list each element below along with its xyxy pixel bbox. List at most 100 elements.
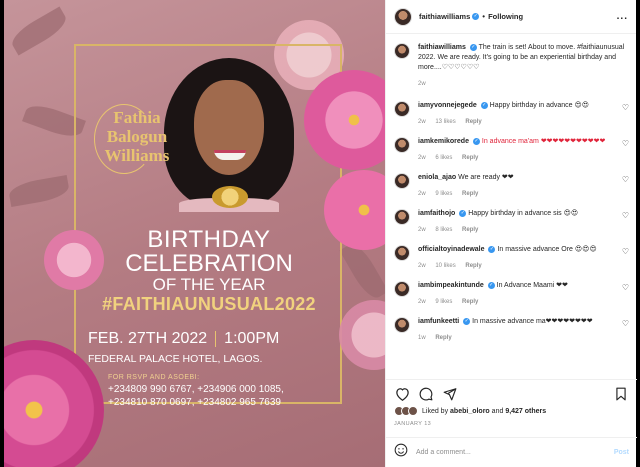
comment-body: iamfunkeetti ✓ In massive advance ma❤❤❤❤… <box>418 317 617 343</box>
avatar[interactable] <box>394 7 412 26</box>
comment-body: iamfaithojo ✓ Happy birthday in advance … <box>418 209 617 235</box>
comment-like-heart-icon[interactable]: ♡ <box>622 283 629 292</box>
post-comment-button[interactable]: Post <box>614 449 629 456</box>
comment-time: 2w <box>418 119 426 125</box>
likes-prefix: Liked by <box>422 407 449 415</box>
caption-time: 2w <box>418 81 426 87</box>
comment-time: 2w <box>418 299 426 305</box>
reply-button[interactable]: Reply <box>465 119 481 125</box>
likes-user[interactable]: abebi_oloro <box>450 408 490 415</box>
reply-button[interactable]: Reply <box>465 263 481 269</box>
caption-username[interactable]: faithiawilliams <box>418 44 466 51</box>
comment-text: In advance ma'am ❤❤❤❤❤❤❤❤❤❤❤ <box>481 138 606 145</box>
avatar[interactable] <box>394 101 410 117</box>
heart-icon[interactable] <box>394 386 410 402</box>
comment-username[interactable]: officialtoyinadewale <box>418 246 485 253</box>
separator-dot: • <box>482 12 486 21</box>
comment-like-heart-icon[interactable]: ♡ <box>622 319 629 328</box>
comment-meta: 2w 9 likes Reply <box>418 189 617 199</box>
avatar[interactable] <box>394 317 410 333</box>
divider <box>215 330 217 347</box>
comment-text: In massive advance Ore 😍😍😍 <box>497 246 597 253</box>
flyer-hashtag: #FAITHIAUNUSUAL2022 <box>102 294 316 314</box>
comment-like-heart-icon[interactable]: ♡ <box>622 175 629 184</box>
likes-summary[interactable]: Liked by abebi_oloro and 9,427 others <box>394 406 546 416</box>
reply-button[interactable]: Reply <box>462 155 478 161</box>
reply-button[interactable]: Reply <box>462 191 478 197</box>
avatar[interactable] <box>394 43 410 59</box>
browser-frame: Fathia Balogun Williams BIRTHDAY CELEBRA… <box>0 0 640 467</box>
share-icon[interactable] <box>442 386 458 402</box>
comment-like-heart-icon[interactable]: ♡ <box>622 139 629 148</box>
comment-like-heart-icon[interactable]: ♡ <box>622 103 629 112</box>
bookmark-icon[interactable] <box>613 386 629 402</box>
comment-meta: 2w 10 likes Reply <box>418 261 617 271</box>
avatar[interactable] <box>394 245 410 261</box>
post-image[interactable]: Fathia Balogun Williams BIRTHDAY CELEBRA… <box>4 0 385 467</box>
comment-time: 2w <box>418 191 426 197</box>
comment-likes[interactable]: 13 likes <box>435 119 455 125</box>
comment-username[interactable]: iamfaithojo <box>418 210 455 217</box>
comment-body: iambimpeakintunde ✓ In Advance Maami ❤❤ … <box>418 281 617 307</box>
comment-time: 2w <box>418 227 426 233</box>
reply-button[interactable]: Reply <box>462 299 478 305</box>
comment-likes[interactable]: 10 likes <box>435 263 455 269</box>
avatar[interactable] <box>394 281 410 297</box>
flyer-date: FEB. 27TH 2022 <box>88 330 208 347</box>
comment-like-heart-icon[interactable]: ♡ <box>622 247 629 256</box>
logo-line-3: Williams <box>104 146 170 165</box>
comment-like-heart-icon[interactable]: ♡ <box>622 211 629 220</box>
verified-icon: ✓ <box>472 137 480 145</box>
verified-icon: ✓ <box>469 43 477 51</box>
comment-text: Happy birthday in advance 😍😍 <box>489 102 590 109</box>
comment-input[interactable]: Add a comment... <box>416 449 614 456</box>
comment-body: iamkemikorede ✓ In advance ma'am ❤❤❤❤❤❤❤… <box>418 137 617 163</box>
comment-item: iamfunkeetti ✓ In massive advance ma❤❤❤❤… <box>394 317 629 343</box>
likes-count[interactable]: 9,427 others <box>505 408 546 415</box>
instagram-post: Fathia Balogun Williams BIRTHDAY CELEBRA… <box>4 0 637 467</box>
verified-icon: ✓ <box>488 245 496 253</box>
flyer-phones-line-1: +234809 990 6767, +234906 000 1085, <box>108 384 284 395</box>
comment-item: eniola_ajao We are ready ❤❤ 2w 9 likes R… <box>394 173 629 199</box>
comment-icon[interactable] <box>418 386 434 402</box>
name-logo: Fathia Balogun Williams <box>92 104 182 174</box>
logo-line-1: Fathia <box>113 108 161 127</box>
post-sidebar: faithiawilliams ✓ • Following ... faithi… <box>385 0 637 467</box>
emoji-icon[interactable] <box>394 443 408 462</box>
comment-meta: 2w 13 likes Reply <box>418 117 617 127</box>
comment-likes[interactable]: 6 likes <box>435 155 452 161</box>
comment-text: In Advance Maami ❤❤ <box>496 282 568 289</box>
logo-line-2: Balogun <box>106 127 168 146</box>
comment-username[interactable]: eniola_ajao <box>418 174 456 181</box>
comment-username[interactable]: iamfunkeetti <box>418 318 459 325</box>
comment-body: officialtoyinadewale ✓ In massive advanc… <box>418 245 617 271</box>
portrait-face <box>194 80 264 175</box>
comment-username[interactable]: iamyvonnejegede <box>418 102 477 109</box>
avatar[interactable] <box>394 173 410 189</box>
reply-button[interactable]: Reply <box>462 227 478 233</box>
comment-username[interactable]: iamkemikorede <box>418 138 469 145</box>
header-username[interactable]: faithiawilliams <box>419 12 470 21</box>
likes-text: Liked by abebi_oloro and 9,427 others <box>422 408 546 415</box>
comment-likes[interactable]: 8 likes <box>435 227 452 233</box>
comment-likes[interactable]: 9 likes <box>435 299 452 305</box>
comment-item: officialtoyinadewale ✓ In massive advanc… <box>394 245 629 271</box>
liker-avatar <box>408 406 418 416</box>
more-options-icon[interactable]: ... <box>617 11 628 22</box>
comment-body: iamyvonnejegede ✓ Happy birthday in adva… <box>418 101 617 127</box>
reply-button[interactable]: Reply <box>435 335 451 341</box>
comment-text: In massive advance ma❤❤❤❤❤❤❤❤ <box>472 318 593 325</box>
comment-username[interactable]: iambimpeakintunde <box>418 282 484 289</box>
following-button[interactable]: Following <box>488 12 523 21</box>
flyer-subtitle: OF THE YEAR <box>152 275 266 294</box>
comment-time: 2w <box>418 263 426 269</box>
celebrant-portrait <box>164 58 294 212</box>
avatar[interactable] <box>394 137 410 153</box>
flyer-date-time: FEB. 27TH 2022 1:00PM <box>88 330 328 348</box>
comment-likes[interactable]: 9 likes <box>435 191 452 197</box>
avatar[interactable] <box>394 209 410 225</box>
add-comment-bar: Add a comment... Post <box>386 437 637 467</box>
comments-list[interactable]: faithiawilliams ✓ The train is set! Abou… <box>386 35 637 375</box>
comment-meta: 1w Reply <box>418 333 617 343</box>
verified-icon: ✓ <box>487 281 495 289</box>
